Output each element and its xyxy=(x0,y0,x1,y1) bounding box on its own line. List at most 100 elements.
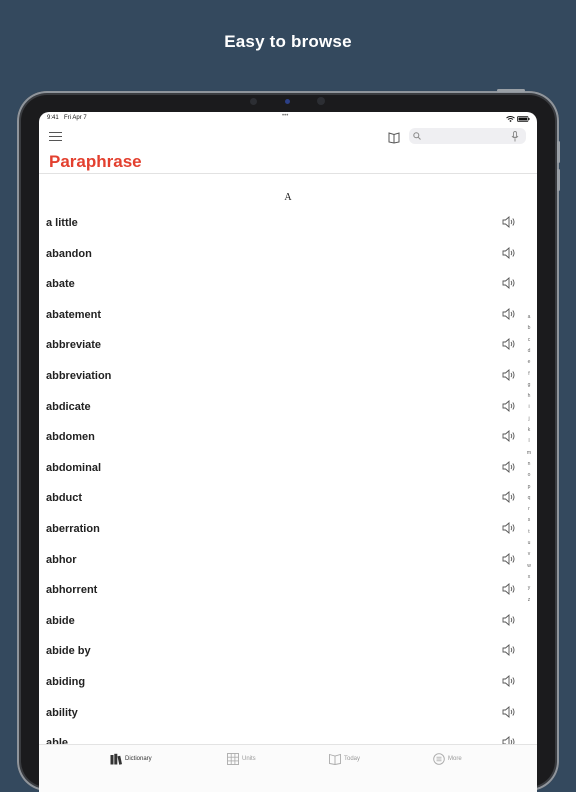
section-header: A xyxy=(284,192,292,203)
speaker-icon[interactable] xyxy=(502,675,516,687)
index-letter[interactable]: f xyxy=(524,371,534,377)
list-item[interactable]: abdominal xyxy=(39,454,525,484)
tab-label: Today xyxy=(344,756,361,762)
word-label: abate xyxy=(46,278,75,291)
speaker-icon[interactable] xyxy=(502,583,516,596)
index-letter[interactable]: m xyxy=(524,450,534,456)
word-label: abide by xyxy=(46,645,91,658)
hamburger-menu-icon[interactable] xyxy=(49,132,62,142)
tab-label: Dictionary xyxy=(125,756,152,762)
open-book-icon xyxy=(329,753,341,765)
index-letter[interactable]: j xyxy=(524,416,534,422)
list-item[interactable]: ability xyxy=(39,699,525,729)
list-item[interactable]: abdicate xyxy=(39,393,525,423)
app-title: Paraphrase xyxy=(49,152,142,171)
index-letter[interactable]: d xyxy=(524,348,534,354)
list-item[interactable]: abide by xyxy=(39,637,525,667)
search-icon xyxy=(413,132,421,140)
speaker-icon[interactable] xyxy=(502,644,516,657)
index-letter[interactable]: a xyxy=(524,314,534,320)
word-label: abhor xyxy=(46,553,77,566)
list-item[interactable]: abbreviation xyxy=(39,362,525,392)
speaker-icon[interactable] xyxy=(502,491,516,504)
index-letter[interactable]: e xyxy=(524,359,534,365)
speaker-icon[interactable] xyxy=(502,460,516,473)
index-letter[interactable]: x xyxy=(524,574,534,580)
list-item[interactable]: abdomen xyxy=(39,423,525,453)
word-label: a little xyxy=(46,217,78,229)
app-screen: 9:41 Fri Apr 7 ••• Paraphrase A a little… xyxy=(39,112,537,792)
more-icon xyxy=(433,753,445,765)
search-bar[interactable] xyxy=(409,128,526,144)
list-item[interactable]: abandon xyxy=(39,240,525,270)
list-item[interactable]: abide xyxy=(39,607,525,637)
list-item[interactable]: abhor xyxy=(39,546,525,576)
index-letter[interactable]: r xyxy=(524,506,534,512)
list-item[interactable]: abatement xyxy=(39,301,525,331)
list-item[interactable]: abhorrent xyxy=(39,576,525,606)
index-letter[interactable]: b xyxy=(524,325,534,331)
word-label: abide xyxy=(46,614,75,627)
index-letter[interactable]: q xyxy=(524,495,534,501)
index-letter[interactable]: w xyxy=(524,563,534,569)
volume-button xyxy=(557,141,560,163)
word-label: abbreviation xyxy=(46,370,112,382)
word-label: abhorrent xyxy=(46,584,98,597)
list-item[interactable]: abiding xyxy=(39,668,525,698)
list-item[interactable]: aberration xyxy=(39,515,525,545)
index-letter[interactable]: s xyxy=(524,517,534,523)
header-divider xyxy=(39,173,537,174)
index-letter[interactable]: g xyxy=(524,382,534,388)
word-label: abdicate xyxy=(46,400,91,413)
open-book-icon[interactable] xyxy=(387,130,401,144)
speaker-icon[interactable] xyxy=(502,399,516,412)
speaker-icon[interactable] xyxy=(502,277,516,290)
list-item[interactable]: abbreviate xyxy=(39,331,525,361)
books-icon xyxy=(110,753,122,765)
speaker-icon[interactable] xyxy=(502,307,516,320)
speaker-icon[interactable] xyxy=(502,705,516,718)
index-letter[interactable]: l xyxy=(524,438,534,444)
microphone-icon[interactable] xyxy=(511,131,519,142)
list-item[interactable]: a little xyxy=(39,209,525,239)
speaker-icon[interactable] xyxy=(502,552,516,565)
index-letter[interactable]: u xyxy=(524,540,534,546)
speaker-icon[interactable] xyxy=(502,430,516,443)
front-camera-icon xyxy=(285,99,290,104)
search-input[interactable] xyxy=(425,128,507,144)
index-letter[interactable]: y xyxy=(524,585,534,591)
index-letter[interactable]: n xyxy=(524,461,534,467)
word-label: abiding xyxy=(46,676,86,688)
tab-label: More xyxy=(448,756,462,762)
word-label: abbreviate xyxy=(46,339,102,352)
front-sensor xyxy=(317,97,325,105)
status-time: 9:41 xyxy=(47,115,59,121)
index-letter[interactable]: t xyxy=(524,529,534,535)
list-item[interactable]: abduct xyxy=(39,484,525,514)
index-letter[interactable]: v xyxy=(524,551,534,557)
volume-button xyxy=(557,169,560,191)
speaker-icon[interactable] xyxy=(502,246,516,259)
index-letter[interactable]: o xyxy=(524,472,534,478)
word-label: abduct xyxy=(46,492,83,505)
index-letter[interactable]: c xyxy=(524,337,534,343)
speaker-icon[interactable] xyxy=(502,522,516,534)
wifi-icon xyxy=(506,116,515,122)
speaker-icon[interactable] xyxy=(502,338,516,351)
index-letter[interactable]: i xyxy=(524,404,534,410)
speaker-icon[interactable] xyxy=(502,216,516,228)
index-letter[interactable]: p xyxy=(524,484,534,490)
list-item[interactable]: abate xyxy=(39,270,525,300)
index-letter[interactable]: z xyxy=(524,597,534,603)
index-letter[interactable]: h xyxy=(524,393,534,399)
speaker-icon[interactable] xyxy=(502,369,516,381)
word-label: abandon xyxy=(46,247,92,260)
speaker-icon[interactable] xyxy=(502,613,516,626)
multitask-dots[interactable]: ••• xyxy=(282,113,288,119)
word-label: abatement xyxy=(46,308,102,321)
index-letter[interactable]: k xyxy=(524,427,534,433)
promo-headline: Easy to browse xyxy=(224,32,352,51)
front-sensor xyxy=(250,98,257,105)
word-label: abdominal xyxy=(46,461,102,474)
tab-bar: Dictionary Units Today More xyxy=(39,744,537,792)
